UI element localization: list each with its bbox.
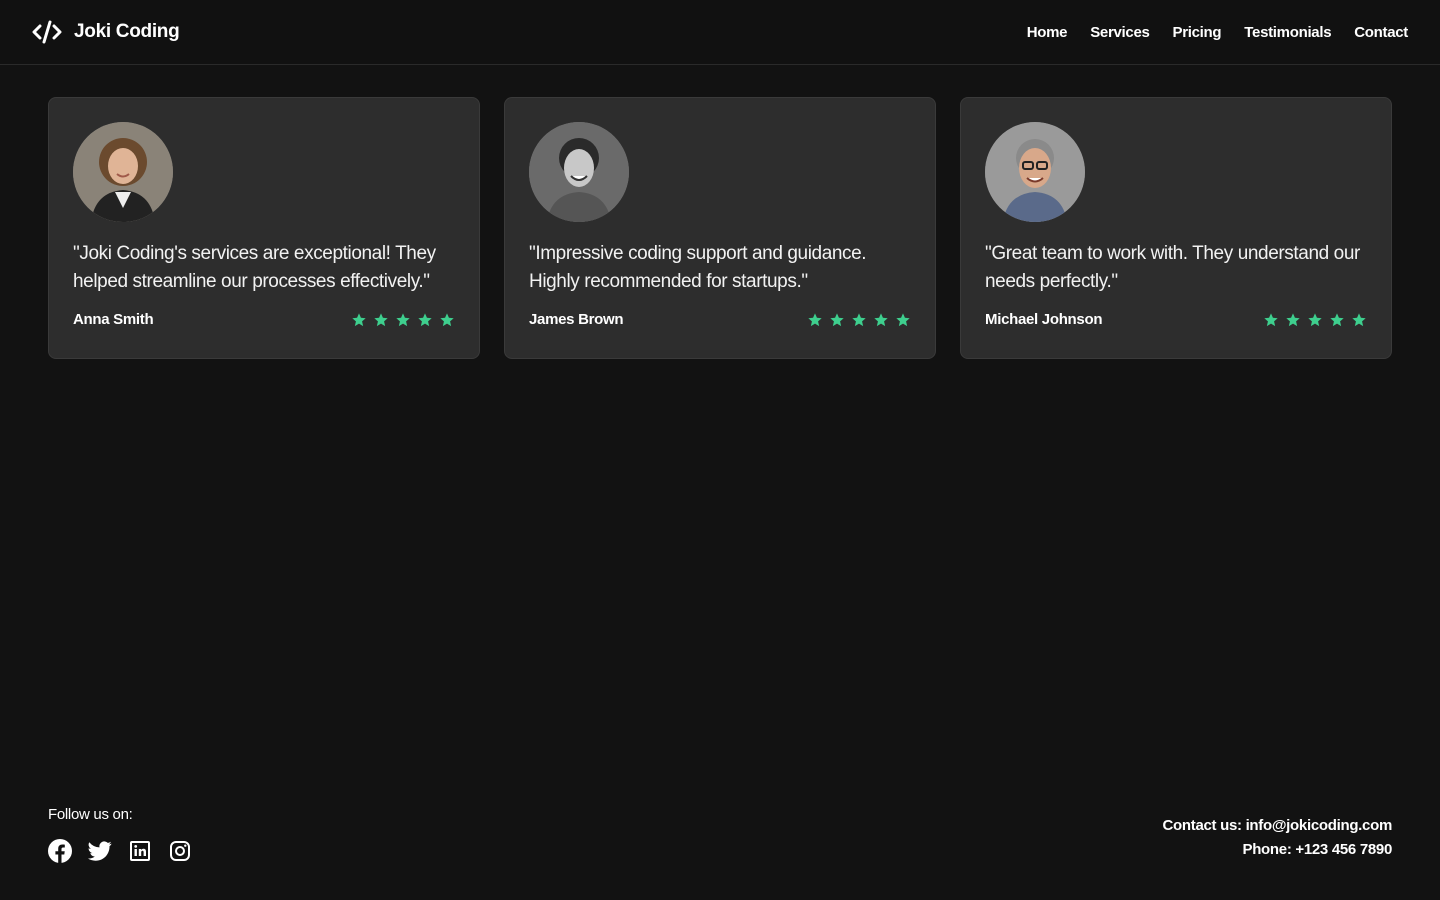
follow-section: Follow us on:: [48, 806, 192, 863]
star-icon: [874, 312, 888, 326]
follow-label: Follow us on:: [48, 806, 133, 823]
testimonial-author: Michael Johnson: [985, 311, 1103, 328]
nav-link-services[interactable]: Services: [1090, 24, 1150, 41]
testimonial-quote: "Impressive coding support and guidance.…: [529, 243, 867, 292]
nav-link-testimonials[interactable]: Testimonials: [1244, 24, 1331, 41]
star-icon: [896, 312, 910, 326]
star-icon: [440, 312, 454, 326]
testimonial-card: "Great team to work with. They understan…: [960, 97, 1392, 359]
linkedin-icon[interactable]: [128, 839, 152, 863]
instagram-icon[interactable]: [168, 839, 192, 863]
star-icon: [374, 312, 388, 326]
testimonial-quote: "Joki Coding's services are exceptional!…: [73, 243, 436, 292]
contact-email[interactable]: Contact us: info@jokicoding.com: [1163, 814, 1393, 838]
star-icon: [808, 312, 822, 326]
star-icon: [1264, 312, 1278, 326]
contact-info: Contact us: info@jokicoding.com Phone: +…: [1163, 814, 1393, 862]
brand-logo[interactable]: Joki Coding: [32, 18, 180, 46]
star-icon: [1330, 312, 1344, 326]
social-links: [48, 839, 192, 863]
testimonial-card: "Impressive coding support and guidance.…: [504, 97, 936, 359]
star-icon: [1352, 312, 1366, 326]
testimonial-author: James Brown: [529, 311, 624, 328]
avatar: [985, 122, 1085, 222]
facebook-icon[interactable]: [48, 839, 72, 863]
star-rating: [351, 312, 455, 328]
nav-link-pricing[interactable]: Pricing: [1173, 24, 1222, 41]
star-icon: [1286, 312, 1300, 326]
star-rating: [1263, 312, 1367, 328]
star-icon: [830, 312, 844, 326]
testimonial-author: Anna Smith: [73, 311, 154, 328]
twitter-icon[interactable]: [88, 839, 112, 863]
testimonial-card: "Joki Coding's services are exceptional!…: [48, 97, 480, 359]
avatar: [529, 122, 629, 222]
code-icon: [32, 20, 62, 44]
star-icon: [852, 312, 866, 326]
nav-menu: Home Services Pricing Testimonials Conta…: [1027, 20, 1409, 44]
nav-link-home[interactable]: Home: [1027, 24, 1068, 41]
nav-link-contact[interactable]: Contact: [1354, 24, 1408, 41]
brand-name: Joki Coding: [74, 21, 180, 42]
star-icon: [1308, 312, 1322, 326]
testimonials-section: "Joki Coding's services are exceptional!…: [48, 97, 1392, 359]
avatar: [73, 122, 173, 222]
navbar: Joki Coding Home Services Pricing Testim…: [0, 0, 1440, 65]
testimonial-quote: "Great team to work with. They understan…: [985, 243, 1360, 292]
star-icon: [352, 312, 366, 326]
star-rating: [807, 312, 911, 328]
star-icon: [396, 312, 410, 326]
contact-phone: Phone: +123 456 7890: [1242, 841, 1392, 858]
star-icon: [418, 312, 432, 326]
